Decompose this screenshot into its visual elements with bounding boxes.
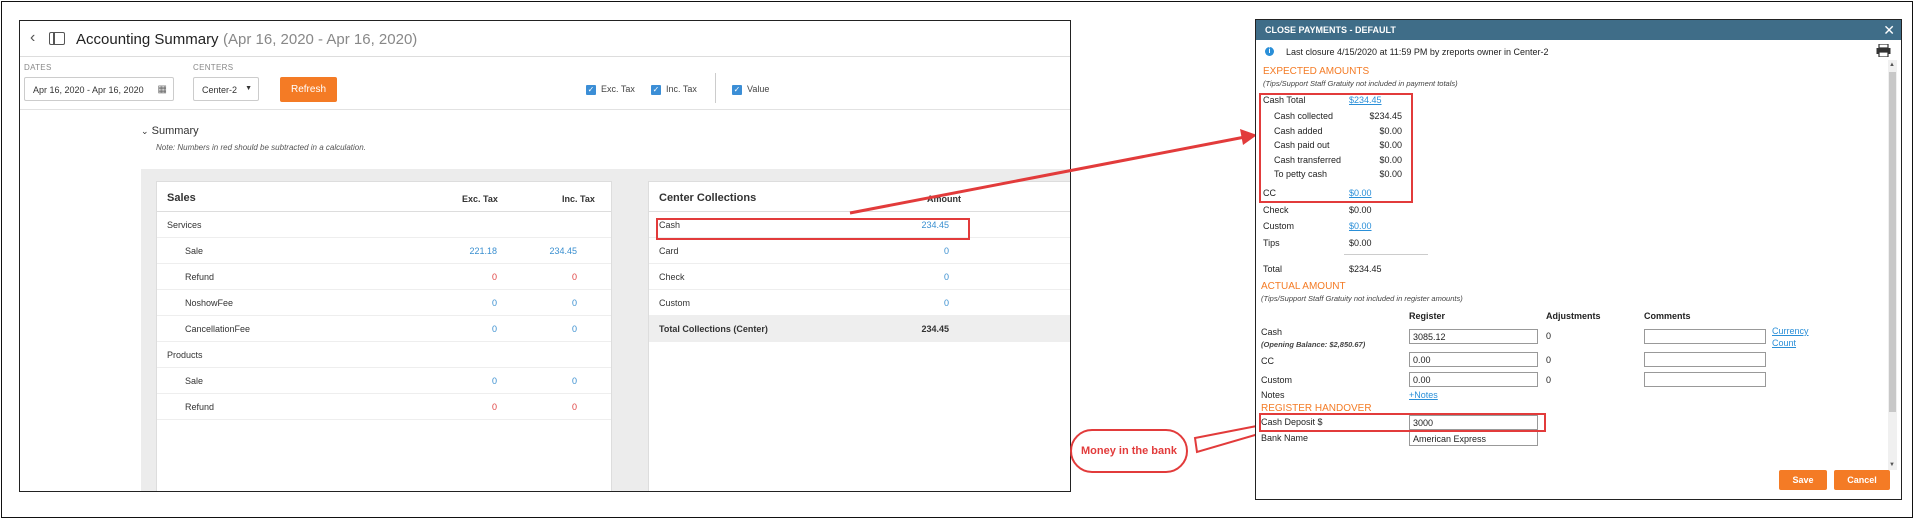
payment-label: Custom — [1263, 221, 1295, 231]
cash-register-input[interactable] — [1409, 329, 1538, 344]
payment-value: $0.00 — [1349, 204, 1372, 215]
total-label: Total — [1263, 264, 1283, 274]
expected-amounts-title: EXPECTED AMOUNTS — [1263, 66, 1370, 77]
cash-deposit-highlight-box — [1259, 413, 1546, 432]
opening-balance: (Opening Balance: $2,850.67) — [1261, 340, 1366, 349]
cc-register-input[interactable] — [1409, 352, 1538, 367]
actual-amount-note: (Tips/Support Staff Gratuity not include… — [1261, 294, 1463, 303]
currency-count-link-line1[interactable]: Currency — [1772, 326, 1809, 336]
cash-adjust-value: 0 — [1546, 331, 1552, 341]
total-value: $234.45 — [1349, 264, 1382, 274]
bank-name-label: Bank Name — [1261, 433, 1309, 443]
payment-label: Tips — [1263, 237, 1280, 248]
printer-icon[interactable] — [1876, 44, 1891, 57]
add-notes-link[interactable]: +Notes — [1409, 390, 1438, 400]
currency-count-link-line2[interactable]: Count — [1772, 338, 1796, 348]
custom-comment-input[interactable] — [1644, 372, 1766, 387]
scrollbar-thumb[interactable] — [1889, 72, 1896, 412]
callout-pointer — [1193, 423, 1263, 454]
notes-label: Notes — [1261, 390, 1285, 400]
cc-label: CC — [1261, 356, 1274, 366]
expected-amounts-note: (Tips/Support Staff Gratuity not include… — [1263, 79, 1458, 88]
bank-name-input[interactable] — [1409, 431, 1538, 446]
payment-value: $0.00 — [1349, 237, 1372, 248]
totals-divider — [1344, 254, 1428, 255]
payment-value-link[interactable]: $0.00 — [1349, 221, 1372, 231]
cash-comment-input[interactable] — [1644, 329, 1766, 344]
dialog-title: CLOSE PAYMENTS - DEFAULT — [1256, 20, 1901, 40]
scroll-up-icon[interactable]: ▲ — [1889, 62, 1895, 68]
cash-label: Cash — [1261, 327, 1283, 337]
custom-label: Custom — [1261, 375, 1293, 385]
cash-total-highlight-box — [1259, 93, 1413, 203]
cc-comment-input[interactable] — [1644, 352, 1766, 367]
cancel-button[interactable]: Cancel — [1834, 470, 1890, 490]
payment-label: Check — [1263, 204, 1289, 215]
last-closure-text: Last closure 4/15/2020 at 11:59 PM by zr… — [1286, 47, 1549, 57]
actual-amount-title: ACTUAL AMOUNT — [1261, 281, 1346, 292]
close-icon[interactable]: ✕ — [1883, 22, 1895, 39]
arrow-line — [849, 135, 1246, 215]
col-comments: Comments — [1644, 311, 1691, 321]
info-icon: i — [1265, 47, 1274, 56]
custom-register-input[interactable] — [1409, 372, 1538, 387]
scroll-down-icon[interactable]: ▼ — [1889, 462, 1895, 468]
money-in-bank-callout: Money in the bank — [1070, 429, 1188, 473]
col-adjustments: Adjustments — [1546, 311, 1601, 321]
dialog-scrollbar[interactable]: ▲ ▼ — [1888, 60, 1897, 470]
save-button[interactable]: Save — [1779, 470, 1827, 490]
close-payments-dialog: CLOSE PAYMENTS - DEFAULT ✕ i Last closur… — [1255, 19, 1902, 500]
cc-adjust-value: 0 — [1546, 355, 1552, 365]
custom-adjust-value: 0 — [1546, 375, 1552, 385]
col-register: Register — [1409, 311, 1446, 321]
